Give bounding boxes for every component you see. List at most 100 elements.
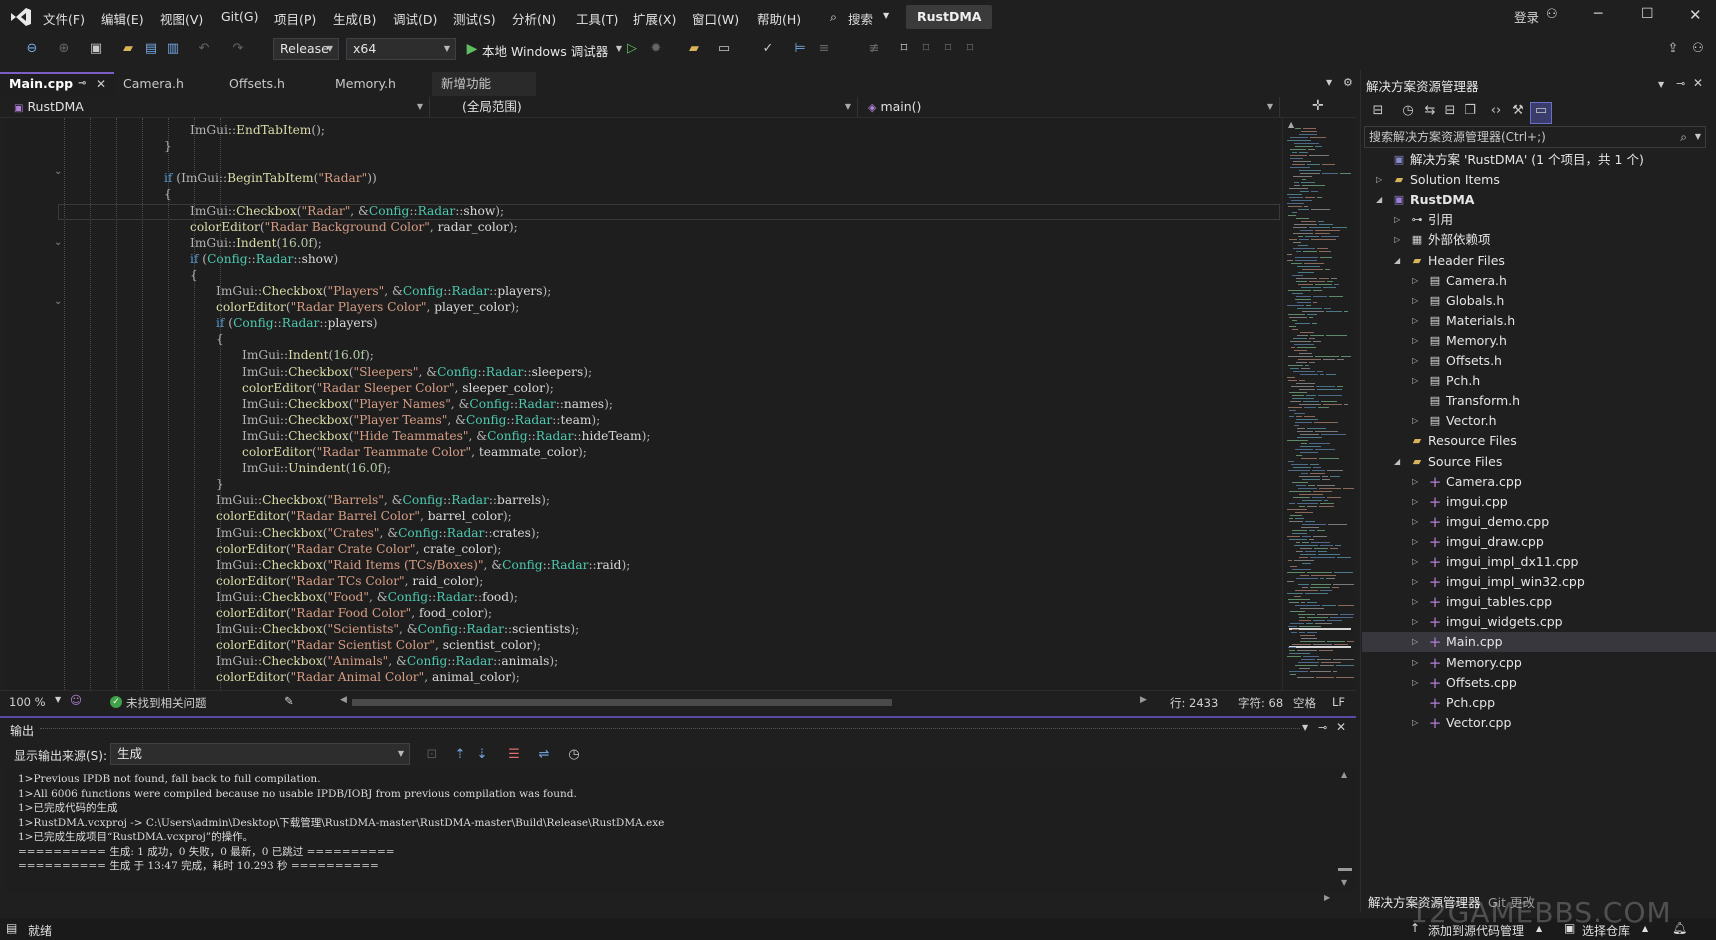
output-source-select[interactable]: 生成 ▼	[110, 743, 410, 765]
previous-message-icon[interactable]: ⇡	[452, 747, 468, 763]
tree-item[interactable]: ▷ + imgui_draw.cpp	[1362, 532, 1716, 552]
tree-item[interactable]: ◢ ▣ RustDMA	[1362, 190, 1716, 210]
sync-with-document-icon[interactable]: ⇆	[1422, 103, 1438, 119]
fold-chevron-icon[interactable]: ⌄	[54, 296, 66, 308]
search-box[interactable]: ⌕ 搜索 ▼	[826, 5, 910, 29]
expanded-chevron-icon[interactable]: ◢	[1394, 452, 1404, 472]
show-all-files-icon[interactable]: ❐	[1462, 103, 1478, 119]
clear-all-icon[interactable]: ☰	[506, 747, 522, 763]
tab-memory-h[interactable]: Memory.h	[326, 72, 432, 96]
split-editor-icon[interactable]: ✛	[1312, 98, 1324, 114]
tab-list-dropdown-icon[interactable]: ▼	[1326, 78, 1332, 87]
collapsed-chevron-icon[interactable]: ▷	[1412, 512, 1422, 532]
line-indicator[interactable]: 行: 2433	[1170, 695, 1218, 711]
expanded-chevron-icon[interactable]: ◢	[1376, 190, 1386, 210]
gear-icon[interactable]: ⚙	[1343, 76, 1353, 89]
minimap[interactable]	[1282, 118, 1354, 690]
scrollbar-thumb[interactable]	[1338, 868, 1352, 871]
collapsed-chevron-icon[interactable]: ▷	[1412, 311, 1422, 331]
switch-views-icon[interactable]: ⊟	[1370, 103, 1386, 119]
tree-item[interactable]: ▷ + imgui_impl_win32.cpp	[1362, 572, 1716, 592]
code-cleanup-icon[interactable]: ✎	[284, 694, 294, 708]
collapsed-chevron-icon[interactable]: ▷	[1394, 230, 1404, 250]
menu-item[interactable]: 生成(B)	[333, 9, 376, 28]
menu-item[interactable]: 视图(V)	[160, 9, 203, 28]
tree-item[interactable]: ▷ + Main.cpp	[1362, 632, 1716, 653]
tree-item[interactable]: ▷ + Memory.cpp	[1362, 653, 1716, 673]
uncomment-icon[interactable]: ≢	[866, 41, 882, 57]
redo-icon[interactable]: ↷	[230, 41, 246, 57]
menu-item[interactable]: 分析(N)	[512, 9, 556, 28]
scroll-up-icon[interactable]: ▲	[1288, 120, 1294, 129]
output-vertical-scrollbar[interactable]: ▲ ▼	[1334, 768, 1356, 892]
platform-select[interactable]: x64 ▼	[346, 38, 456, 60]
close-button[interactable]: ✕	[1689, 6, 1702, 24]
collapsed-chevron-icon[interactable]: ▷	[1412, 351, 1422, 371]
feedback-icon[interactable]: ⚇	[1690, 41, 1706, 57]
collapsed-chevron-icon[interactable]: ▷	[1412, 713, 1422, 733]
tree-item[interactable]: ▷ + imgui_widgets.cpp	[1362, 612, 1716, 632]
tree-item[interactable]: ▷ ▤ Camera.h	[1362, 271, 1716, 291]
pending-changes-filter-icon[interactable]: ◷	[1400, 103, 1416, 119]
scroll-right-icon[interactable]: ▶	[1140, 695, 1147, 705]
drag-grip[interactable]	[40, 728, 1300, 729]
properties-icon[interactable]: ⚒	[1510, 103, 1526, 119]
output-horizontal-scrollbar[interactable]: ▶	[6, 892, 1334, 906]
scroll-up-icon[interactable]: ▲	[1341, 770, 1347, 779]
menu-item[interactable]: 编辑(E)	[101, 9, 144, 28]
whitespace-indicator[interactable]: 空格	[1293, 695, 1316, 711]
preview-selected-icon[interactable]: ▭	[1530, 102, 1552, 124]
menu-item[interactable]: 项目(P)	[274, 9, 316, 28]
member-dropdown[interactable]: ◈ main() ▼	[862, 97, 1280, 117]
spell-check-icon[interactable]: ✓	[760, 41, 776, 57]
start-without-debugging-icon[interactable]: ▷	[624, 41, 640, 57]
close-icon[interactable]: ✕	[1336, 720, 1346, 734]
new-project-icon[interactable]: ▣	[88, 41, 104, 57]
fold-chevron-icon[interactable]: ⌄	[54, 237, 66, 249]
tree-item[interactable]: ▷ ▰ Solution Items	[1362, 170, 1716, 190]
search-icon[interactable]: ⌕	[1680, 127, 1687, 147]
tree-item[interactable]: ▷ ⊶ 引用	[1362, 210, 1716, 230]
output-text-area[interactable]: 1>Previous IPDB not found, fall back to …	[6, 768, 1334, 892]
bookmark-next-icon[interactable]: ⌑	[940, 41, 956, 57]
fold-chevron-icon[interactable]: ⌄	[54, 166, 66, 178]
horizontal-scrollbar-thumb[interactable]	[352, 699, 892, 706]
tab-camera-h[interactable]: Camera.h	[114, 72, 220, 96]
notifications-icon[interactable]: 🔔︎	[1672, 921, 1687, 935]
start-debugger-button[interactable]: 本地 Windows 调试器	[482, 41, 608, 60]
tree-item[interactable]: ▷ ▤ Memory.h	[1362, 331, 1716, 351]
column-indicator[interactable]: 字符: 68	[1238, 695, 1283, 711]
tree-item[interactable]: ▷ ▤ Pch.h	[1362, 371, 1716, 391]
tree-item[interactable]: ▷ + imgui_tables.cpp	[1362, 592, 1716, 612]
pin-icon[interactable]: ⊸	[78, 74, 86, 94]
next-message-icon[interactable]: ⇣	[474, 747, 490, 763]
project-dropdown[interactable]: ▣ RustDMA ▼	[8, 97, 430, 117]
close-icon[interactable]: ✕	[96, 74, 106, 94]
collapsed-chevron-icon[interactable]: ▷	[1376, 170, 1386, 190]
zoom-level[interactable]: 100 %	[9, 695, 46, 709]
back-icon[interactable]: ⊖	[24, 41, 40, 57]
collapsed-chevron-icon[interactable]: ▷	[1412, 673, 1422, 693]
pin-icon[interactable]: ⊸	[1676, 77, 1685, 90]
tree-vertical-scrollbar[interactable]	[1702, 150, 1714, 886]
menu-item[interactable]: 测试(S)	[453, 9, 496, 28]
tree-item[interactable]: ◢ ▰ Source Files	[1362, 452, 1716, 472]
play-icon[interactable]: ▶	[464, 41, 480, 57]
menu-item[interactable]: 工具(T)	[576, 9, 618, 28]
browse-folder-icon[interactable]: ▰	[686, 41, 702, 57]
collapsed-chevron-icon[interactable]: ▷	[1412, 472, 1422, 492]
menu-item[interactable]: 扩展(X)	[633, 9, 676, 28]
scope-dropdown[interactable]: (全局范围) ▼	[446, 97, 858, 117]
tree-item[interactable]: ▤ Transform.h	[1362, 391, 1716, 411]
save-all-icon[interactable]: ▥	[165, 41, 181, 57]
pin-icon[interactable]: ⊸	[1318, 721, 1327, 734]
tree-item[interactable]: ▷ ▤ Offsets.h	[1362, 351, 1716, 371]
collapsed-chevron-icon[interactable]: ▷	[1412, 572, 1422, 592]
comment-icon[interactable]: ≡	[816, 41, 832, 57]
copilot-icon[interactable]: ☺	[70, 693, 82, 707]
tree-item[interactable]: ▷ + Offsets.cpp	[1362, 673, 1716, 693]
collapsed-chevron-icon[interactable]: ▷	[1412, 552, 1422, 572]
output-window-icon[interactable]: ▤	[6, 921, 17, 935]
collapsed-chevron-icon[interactable]: ▷	[1412, 371, 1422, 391]
collapsed-chevron-icon[interactable]: ▷	[1412, 411, 1422, 431]
